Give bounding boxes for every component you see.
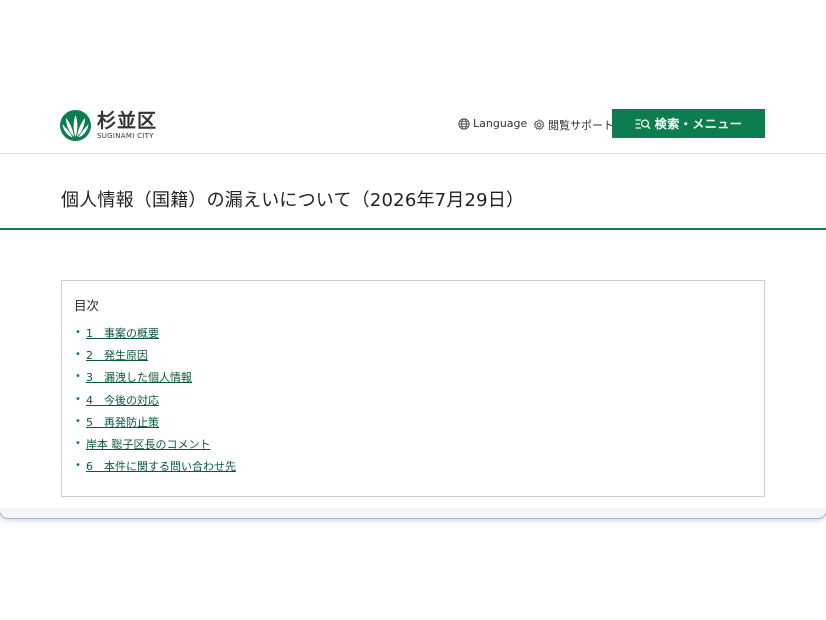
language-link[interactable]: Language xyxy=(458,117,527,130)
bullet-icon: • xyxy=(75,393,81,405)
toc-item: • 2 発生原因 xyxy=(75,344,236,366)
toc-item: • 3 漏洩した個人情報 xyxy=(75,366,236,388)
gear-icon xyxy=(533,119,545,131)
toc-item: • 6 本件に関する問い合わせ先 xyxy=(75,455,236,477)
table-of-contents: 目次 • 1 事案の概要 • 2 発生原因 • 3 漏洩した個人情報 • 4 今後の対応… xyxy=(61,280,765,497)
bullet-icon: • xyxy=(75,460,81,472)
site-header: 杉並区 SUGINAMI CITY Language 閲覧サポート 検索・メニュ… xyxy=(0,100,826,154)
page-title: 個人情報（国籍）の漏えいについて（2026年7月29日） xyxy=(61,190,525,211)
toc-link-contact[interactable]: 6 本件に関する問い合わせ先 xyxy=(86,458,236,474)
bullet-icon: • xyxy=(75,371,81,383)
bullet-icon: • xyxy=(75,327,81,339)
frame-bottom-edge xyxy=(0,508,826,518)
globe-icon xyxy=(458,117,470,130)
toc-link-prevention[interactable]: 5 再発防止策 xyxy=(86,414,159,430)
reading-support-link[interactable]: 閲覧サポート xyxy=(533,117,614,133)
logo-subtext: SUGINAMI CITY xyxy=(97,132,154,140)
toc-link-overview[interactable]: 1 事案の概要 xyxy=(86,325,159,341)
toc-item: • 1 事案の概要 xyxy=(75,322,236,344)
toc-link-leaked-info[interactable]: 3 漏洩した個人情報 xyxy=(86,369,192,385)
search-menu-label: 検索・メニュー xyxy=(654,117,743,131)
bullet-icon: • xyxy=(75,415,81,427)
toc-list: • 1 事案の概要 • 2 発生原因 • 3 漏洩した個人情報 • 4 今後の対応 • 5… xyxy=(75,322,236,477)
toc-link-mayor-comment[interactable]: 岸本 聡子区長のコメント xyxy=(86,436,211,452)
language-label: Language xyxy=(473,117,528,130)
search-menu-icon xyxy=(635,118,651,129)
toc-link-response[interactable]: 4 今後の対応 xyxy=(86,392,159,408)
toc-item: • 5 再発防止策 xyxy=(75,411,236,433)
bullet-icon: • xyxy=(75,349,81,361)
toc-link-cause[interactable]: 2 発生原因 xyxy=(86,347,148,363)
title-section: 個人情報（国籍）の漏えいについて（2026年7月29日） xyxy=(0,155,826,230)
toc-heading: 目次 xyxy=(74,298,100,313)
reading-support-label: 閲覧サポート xyxy=(548,119,614,132)
browser-frame: 杉並区 SUGINAMI CITY Language 閲覧サポート 検索・メニュ… xyxy=(0,0,826,518)
toc-item: • 4 今後の対応 xyxy=(75,389,236,411)
suginami-emblem-icon xyxy=(60,110,91,141)
bullet-icon: • xyxy=(75,438,81,450)
toc-item: • 岸本 聡子区長のコメント xyxy=(75,433,236,455)
search-menu-button[interactable]: 検索・メニュー xyxy=(612,109,765,138)
logo-text: 杉並区 xyxy=(97,110,158,132)
site-logo[interactable]: 杉並区 SUGINAMI CITY xyxy=(60,110,157,141)
